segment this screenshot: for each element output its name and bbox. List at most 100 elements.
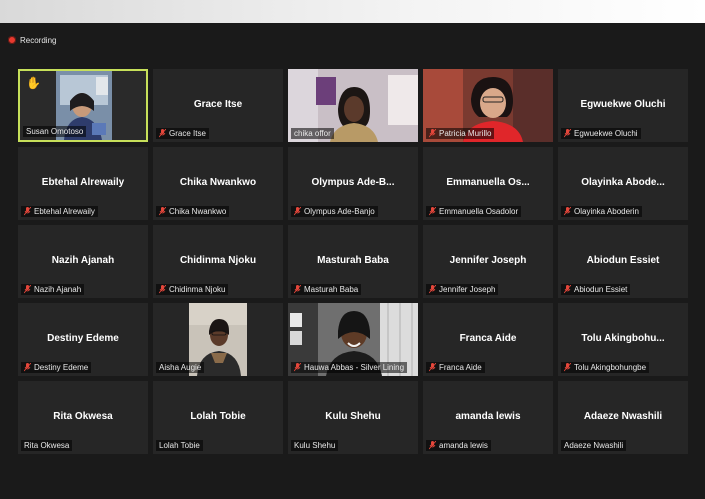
muted-mic-icon (24, 207, 31, 216)
participant-name: Franca Aide (439, 363, 482, 372)
muted-mic-icon (429, 441, 436, 450)
participant-name-label: Adaeze Nwashili (561, 440, 627, 451)
participant-name: chika offor (294, 129, 331, 138)
participant-name: Olayinka Aboderin (574, 207, 639, 216)
participant-tile[interactable]: Ebtehal Alrewaily Ebtehal Alrewaily (18, 147, 148, 220)
participant-name: Nazih Ajanah (34, 285, 82, 294)
participant-tile[interactable]: Aisha Augie (153, 303, 283, 376)
participant-tile[interactable]: Chidinma Njoku Chidinma Njoku (153, 225, 283, 298)
participant-display-name: Franca Aide (459, 333, 517, 344)
participant-name: amanda lewis (439, 441, 488, 450)
participant-display-name: Nazih Ajanah (51, 255, 115, 266)
participant-tile[interactable]: Destiny Edeme Destiny Edeme (18, 303, 148, 376)
muted-mic-icon (429, 285, 436, 294)
participant-name-label: Chika Nwankwo (156, 206, 230, 217)
participant-name-label: Franca Aide (426, 362, 485, 373)
participant-name: Kulu Shehu (294, 441, 336, 450)
host-window-strip (0, 0, 705, 23)
participant-name: Ebtehal Alrewaily (34, 207, 95, 216)
recording-indicator[interactable]: Recording (8, 33, 56, 47)
participant-name-label: Emmanuella Osadolor (426, 206, 522, 217)
participant-name: Olympus Ade-Banjo (304, 207, 375, 216)
participant-display-name: Masturah Baba (317, 255, 389, 266)
participant-name-label: Olympus Ade-Banjo (291, 206, 378, 217)
participant-tile[interactable]: Patricia Murillo (423, 69, 553, 142)
participant-tile[interactable]: amanda lewis amanda lewis (423, 381, 553, 454)
participant-tile[interactable]: Rita Okwesa Rita Okwesa (18, 381, 148, 454)
muted-mic-icon (159, 129, 166, 138)
participant-name-label: Tolu Akingbohungbe (561, 362, 650, 373)
participant-name: Patricia Murillo (439, 129, 492, 138)
participant-name: Tolu Akingbohungbe (574, 363, 647, 372)
muted-mic-icon (564, 363, 571, 372)
muted-mic-icon (564, 129, 571, 138)
participant-name: Grace Itse (169, 129, 206, 138)
meeting-toolbar-area (0, 23, 705, 63)
raised-hand-icon: ✋ (26, 76, 41, 90)
participant-name: Hauwa Abbas - Silver Lining (304, 363, 405, 372)
participant-tile[interactable]: Abiodun Essiet Abiodun Essiet (558, 225, 688, 298)
participant-tile[interactable]: Jennifer Joseph Jennifer Joseph (423, 225, 553, 298)
muted-mic-icon (294, 207, 301, 216)
participant-name: Chidinma Njoku (169, 285, 226, 294)
participant-name-label: Olayinka Aboderin (561, 206, 642, 217)
participant-tile[interactable]: Adaeze Nwashili Adaeze Nwashili (558, 381, 688, 454)
participant-name-label: Chidinma Njoku (156, 284, 229, 295)
participant-tile[interactable]: Hauwa Abbas - Silver Lining (288, 303, 418, 376)
participant-name-label: amanda lewis (426, 440, 491, 451)
participant-display-name: Lolah Tobie (190, 411, 246, 422)
participant-tile[interactable]: Olayinka Abode... Olayinka Aboderin (558, 147, 688, 220)
participant-display-name: Destiny Edeme (47, 333, 119, 344)
participant-name: Emmanuella Osadolor (439, 207, 519, 216)
participant-display-name: Olympus Ade-B... (311, 177, 395, 188)
participant-name: Egwuekwe Oluchi (574, 129, 638, 138)
muted-mic-icon (429, 363, 436, 372)
participant-name-label: Susan Omotoso (23, 126, 87, 137)
participant-name: Rita Okwesa (24, 441, 70, 450)
participant-tile[interactable]: Grace Itse Grace Itse (153, 69, 283, 142)
participant-tile[interactable]: Emmanuella Os... Emmanuella Osadolor (423, 147, 553, 220)
participant-display-name: Rita Okwesa (53, 411, 113, 422)
participant-name-label: Nazih Ajanah (21, 284, 85, 295)
participant-tile[interactable]: Kulu Shehu Kulu Shehu (288, 381, 418, 454)
participant-tile[interactable]: Egwuekwe Oluchi Egwuekwe Oluchi (558, 69, 688, 142)
participant-tile[interactable]: ✋ Susan Omotoso (18, 69, 148, 142)
participant-display-name: Kulu Shehu (325, 411, 381, 422)
participant-tile[interactable]: Lolah Tobie Lolah Tobie (153, 381, 283, 454)
participant-display-name: Egwuekwe Oluchi (580, 99, 666, 110)
participant-name-label: Jennifer Joseph (426, 284, 499, 295)
participant-name-label: Lolah Tobie (156, 440, 203, 451)
participant-display-name: Abiodun Essiet (586, 255, 660, 266)
participant-name-label: Egwuekwe Oluchi (561, 128, 641, 139)
participant-display-name: Chidinma Njoku (179, 255, 257, 266)
participant-name: Aisha Augie (159, 363, 202, 372)
muted-mic-icon (429, 207, 436, 216)
participant-tile[interactable]: Tolu Akingbohu... Tolu Akingbohungbe (558, 303, 688, 376)
participant-tile[interactable]: Nazih Ajanah Nazih Ajanah (18, 225, 148, 298)
recording-label: Recording (20, 35, 57, 45)
muted-mic-icon (294, 363, 301, 372)
participant-tile[interactable]: Masturah Baba Masturah Baba (288, 225, 418, 298)
participant-name-label: Abiodun Essiet (561, 284, 631, 295)
participant-display-name: Olayinka Abode... (581, 177, 665, 188)
participant-tile[interactable]: chika offor (288, 69, 418, 142)
participant-display-name: Ebtehal Alrewaily (41, 177, 125, 188)
participant-name-label: Grace Itse (156, 128, 209, 139)
participant-name: Susan Omotoso (26, 127, 84, 136)
participant-tile[interactable]: Chika Nwankwo Chika Nwankwo (153, 147, 283, 220)
muted-mic-icon (159, 207, 166, 216)
participant-tile[interactable]: Franca Aide Franca Aide (423, 303, 553, 376)
participant-display-name: Adaeze Nwashili (583, 411, 663, 422)
participant-display-name: Chika Nwankwo (179, 177, 257, 188)
participant-name-label: Ebtehal Alrewaily (21, 206, 98, 217)
muted-mic-icon (294, 285, 301, 294)
participant-display-name: Jennifer Joseph (449, 255, 527, 266)
participant-tile[interactable]: Olympus Ade-B... Olympus Ade-Banjo (288, 147, 418, 220)
participant-name-label: Kulu Shehu (291, 440, 339, 451)
participant-display-name: Tolu Akingbohu... (581, 333, 665, 344)
participant-name: Lolah Tobie (159, 441, 200, 450)
muted-mic-icon (429, 129, 436, 138)
participant-name-label: Patricia Murillo (426, 128, 495, 139)
participant-name-label: Hauwa Abbas - Silver Lining (291, 362, 408, 373)
participant-display-name: amanda lewis (455, 411, 521, 422)
